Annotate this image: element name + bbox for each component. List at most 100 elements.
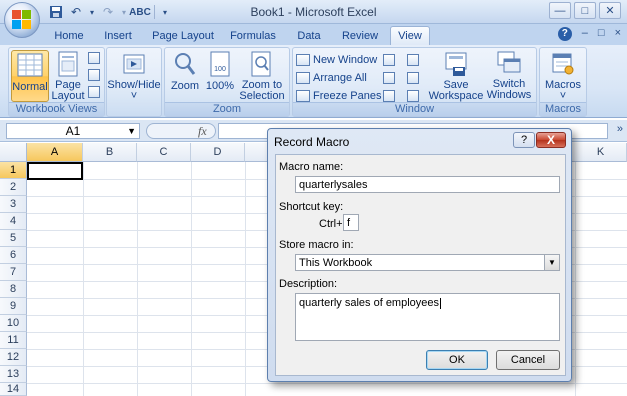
tab-insert[interactable]: Insert	[96, 26, 140, 45]
row-header-4[interactable]: 4	[0, 213, 27, 230]
name-box[interactable]: A1 ▼	[6, 123, 140, 139]
zoom-group-label: Zoom	[165, 102, 289, 116]
window-title: Book1 - Microsoft Excel	[250, 5, 377, 19]
cancel-button[interactable]: Cancel	[496, 350, 560, 370]
ribbon-tabs: Home Insert Page Layout Formulas Data Re…	[0, 24, 627, 45]
insert-function-icon[interactable]: fx	[198, 124, 207, 139]
zoom-100-button[interactable]: 100 100%	[204, 50, 236, 102]
dialog-title: Record Macro	[274, 135, 350, 149]
switch-windows-label-2: Windows	[486, 89, 532, 101]
help-icon[interactable]: ?	[557, 27, 572, 41]
name-box-dropdown-icon[interactable]: ▼	[127, 126, 136, 136]
select-all-corner[interactable]	[0, 143, 27, 162]
save-workspace-label-2: Workspace	[428, 90, 484, 102]
name-box-value: A1	[65, 124, 81, 138]
row-header-14[interactable]: 14	[0, 383, 27, 396]
active-cell-a1[interactable]	[27, 162, 83, 180]
tab-review[interactable]: Review	[336, 26, 384, 45]
grid-line	[575, 162, 576, 396]
ribbon-restore-icon[interactable]: □	[598, 27, 605, 41]
row-header-13[interactable]: 13	[0, 366, 27, 383]
page-break-preview-icon[interactable]	[88, 52, 100, 64]
svg-text:100: 100	[214, 66, 226, 73]
store-macro-value: This Workbook	[299, 256, 373, 269]
window-group: New Window Arrange All Freeze Panes ˅ Sa…	[292, 47, 537, 117]
row-header-9[interactable]: 9	[0, 298, 27, 315]
normal-view-label: Normal	[12, 81, 48, 93]
arrange-all-button[interactable]: Arrange All	[296, 70, 367, 86]
macro-name-field[interactable]: quarterlysales	[295, 176, 560, 193]
column-header-b[interactable]: B	[83, 143, 137, 162]
restore-button[interactable]: □	[574, 2, 596, 19]
column-header-c[interactable]: C	[137, 143, 191, 162]
arrange-all-icon	[296, 72, 310, 84]
row-header-8[interactable]: 8	[0, 281, 27, 298]
row-header-12[interactable]: 12	[0, 349, 27, 366]
description-field[interactable]: quarterly sales of employees	[295, 293, 560, 341]
reset-window-position-icon[interactable]	[407, 90, 419, 102]
tab-data[interactable]: Data	[290, 26, 328, 45]
row-header-2[interactable]: 2	[0, 179, 27, 196]
synchronous-scrolling-icon[interactable]	[407, 72, 419, 84]
column-header-d[interactable]: D	[191, 143, 245, 162]
column-header-k[interactable]: K	[575, 143, 627, 162]
arrange-all-label: Arrange All	[313, 72, 367, 84]
close-button[interactable]: ✕	[599, 2, 621, 19]
zoom-button[interactable]: Zoom	[167, 50, 203, 102]
normal-view-button[interactable]: Normal	[11, 50, 49, 102]
tab-formulas[interactable]: Formulas	[224, 26, 282, 45]
show-hide-arrow-icon: ˅	[130, 90, 138, 102]
freeze-panes-icon	[296, 90, 310, 102]
zoom-to-selection-label-2: Selection	[239, 90, 285, 102]
tab-home[interactable]: Home	[46, 26, 92, 45]
row-header-5[interactable]: 5	[0, 230, 27, 247]
ribbon-close-icon[interactable]: ×	[615, 27, 621, 41]
custom-views-icon[interactable]	[88, 69, 100, 81]
tab-view[interactable]: View	[390, 26, 430, 45]
zoom-to-selection-button[interactable]: Zoom to Selection	[237, 50, 287, 102]
expand-formula-bar-icon[interactable]: »	[617, 123, 623, 135]
row-header-1[interactable]: 1	[0, 162, 27, 179]
hide-window-icon[interactable]	[383, 72, 395, 84]
tab-page-layout[interactable]: Page Layout	[148, 26, 218, 45]
show-hide-icon	[120, 50, 148, 77]
view-side-by-side-icon[interactable]	[407, 54, 419, 66]
store-macro-select[interactable]: This Workbook ▼	[295, 254, 560, 271]
row-header-3[interactable]: 3	[0, 196, 27, 213]
shortcut-key-field[interactable]: f	[343, 214, 359, 231]
save-workspace-button[interactable]: Save Workspace	[429, 50, 483, 102]
row-header-7[interactable]: 7	[0, 264, 27, 281]
normal-view-icon	[16, 51, 44, 79]
shortcut-key-value: f	[347, 216, 351, 229]
description-label: Description:	[279, 278, 338, 290]
unhide-window-icon[interactable]	[383, 90, 395, 102]
switch-windows-button[interactable]: Switch Windows ˅	[483, 50, 535, 111]
grid-line	[191, 162, 192, 396]
row-header-10[interactable]: 10	[0, 315, 27, 332]
ok-button[interactable]: OK	[426, 350, 488, 370]
magnifier-icon	[171, 50, 199, 78]
minimize-button[interactable]: —	[549, 2, 571, 19]
ribbon: Normal Page Layout Workbook Views Show/H…	[0, 45, 627, 118]
new-window-icon	[296, 54, 310, 66]
column-header-a[interactable]: A	[27, 143, 83, 162]
split-icon[interactable]	[383, 54, 395, 66]
full-screen-icon[interactable]	[88, 86, 100, 98]
title-bar: ↶ ▾ ↷ ▾ ABC ▾ Book1 - Microsoft Excel — …	[0, 0, 627, 24]
new-window-button[interactable]: New Window	[296, 52, 377, 68]
row-header-6[interactable]: 6	[0, 247, 27, 264]
shortcut-key-label: Shortcut key:	[279, 201, 344, 213]
show-hide-button[interactable]: Show/Hide ˅	[107, 50, 161, 102]
ribbon-minimize-icon[interactable]: –	[582, 27, 588, 41]
workbook-views-group-label: Workbook Views	[9, 102, 104, 116]
dialog-help-button[interactable]: ?	[513, 132, 535, 148]
office-button[interactable]	[4, 2, 40, 38]
page-layout-view-button[interactable]: Page Layout	[51, 50, 85, 102]
save-workspace-icon	[442, 50, 470, 77]
dialog-close-button[interactable]: X	[536, 132, 566, 148]
row-header-11[interactable]: 11	[0, 332, 27, 349]
record-macro-dialog: Record Macro ? X Macro name: quarterlysa…	[267, 128, 572, 382]
switch-windows-icon	[495, 50, 523, 76]
macros-button[interactable]: Macros ˅	[542, 50, 584, 102]
store-macro-dropdown-icon[interactable]: ▼	[544, 255, 559, 270]
